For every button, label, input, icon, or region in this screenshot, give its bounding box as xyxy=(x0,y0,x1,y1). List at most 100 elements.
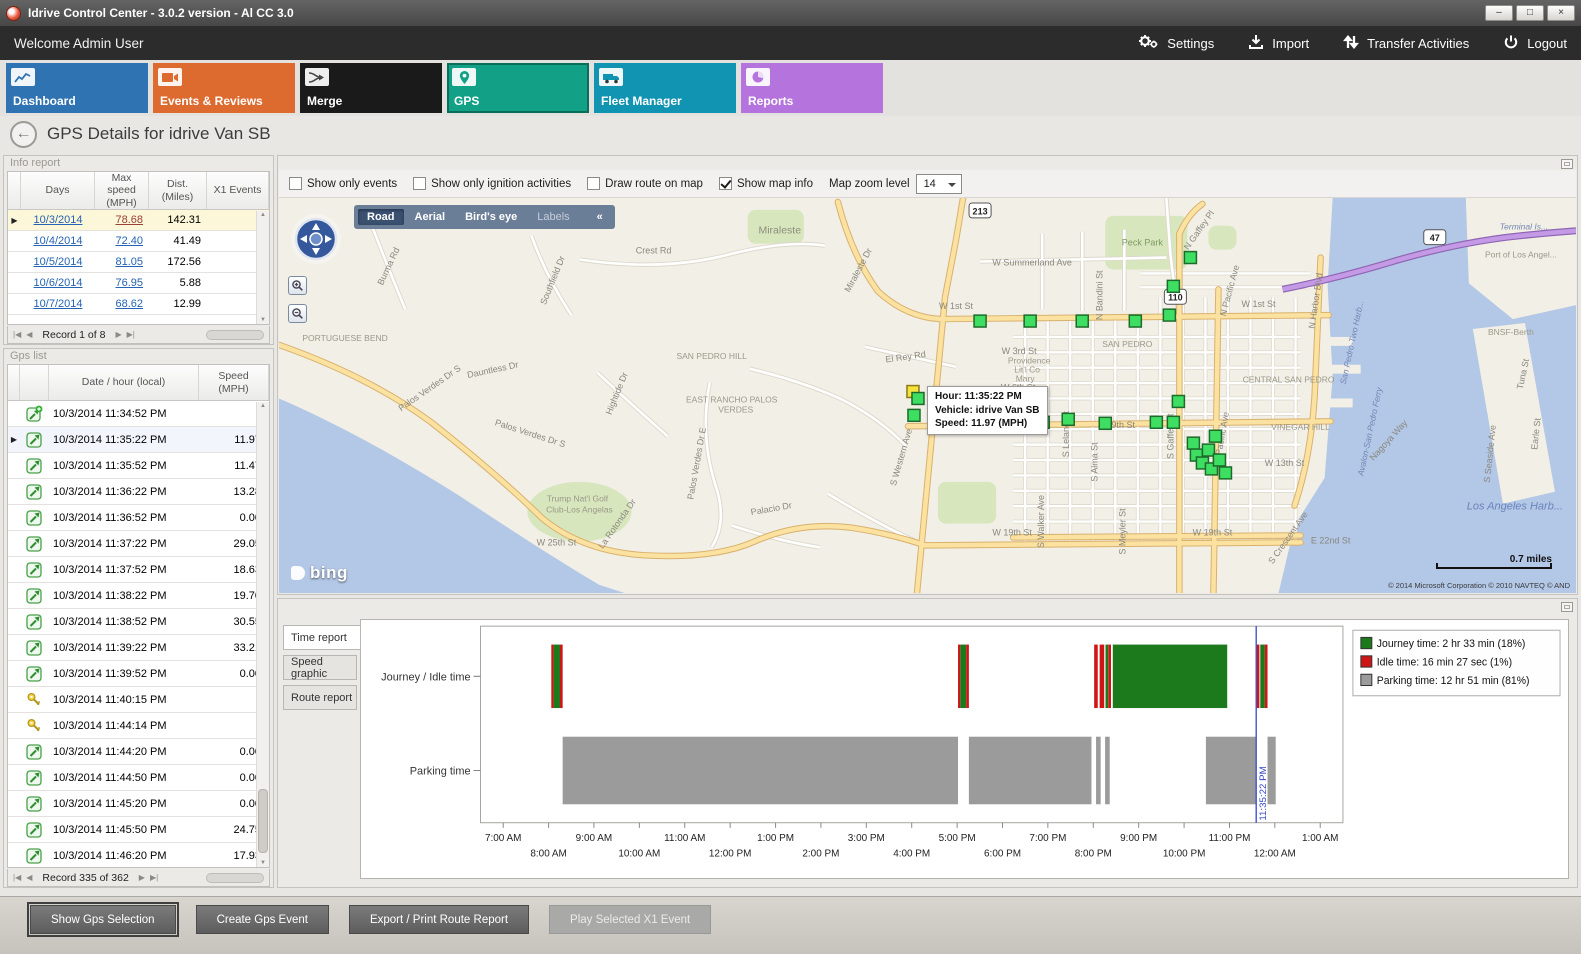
info-col-header[interactable]: Max speed (MPH) xyxy=(95,172,149,209)
topbar-import-button[interactable]: Import xyxy=(1248,34,1309,53)
gps-marker[interactable] xyxy=(1076,315,1088,327)
gps-list-row[interactable]: 10/3/2014 11:36:52 PM0.00 xyxy=(8,505,269,531)
topbar-settings-button[interactable]: Settings xyxy=(1137,33,1214,53)
info-col-header[interactable]: X1 Events xyxy=(207,172,269,209)
day-link[interactable]: 10/6/2014 xyxy=(34,277,83,289)
day-link[interactable]: 10/7/2014 xyxy=(34,298,83,310)
minimize-button[interactable]: – xyxy=(1485,5,1513,21)
checkbox-draw-route-on-map[interactable]: Draw route on map xyxy=(587,177,703,190)
map-style-road-button[interactable]: Road xyxy=(358,209,404,225)
gps-list-row[interactable]: 10/3/2014 11:39:22 PM33.21 xyxy=(8,635,269,661)
checkbox-show-only-ignition-activities[interactable]: Show only ignition activities xyxy=(413,177,571,190)
gps-list-row[interactable]: 10/3/2014 11:44:20 PM0.00 xyxy=(8,739,269,765)
pager-last-icon[interactable]: ▶| xyxy=(127,330,135,339)
day-link[interactable]: 10/5/2014 xyxy=(34,256,83,268)
checkbox-icon[interactable] xyxy=(587,177,600,190)
info-col-header[interactable] xyxy=(8,172,21,209)
checkbox-icon[interactable] xyxy=(289,177,302,190)
gps-list-row[interactable]: 10/3/2014 11:38:22 PM19.70 xyxy=(8,583,269,609)
gps-list-row[interactable]: 10/3/2014 11:38:52 PM30.55 xyxy=(8,609,269,635)
gps-marker[interactable] xyxy=(1167,280,1179,292)
pager-scrollbar[interactable] xyxy=(206,330,264,340)
scroll-up-icon[interactable]: ▲ xyxy=(257,212,269,218)
checkbox-icon[interactable] xyxy=(719,177,732,190)
close-button[interactable]: × xyxy=(1547,5,1575,21)
gps-list-row[interactable]: 10/3/2014 11:39:52 PM0.00 xyxy=(8,661,269,687)
map-zoom-level-select[interactable]: 14 xyxy=(916,174,962,194)
chart-tab-time-report[interactable]: Time report xyxy=(283,625,361,650)
gps-list-row[interactable]: 10/3/2014 11:46:20 PM17.93 xyxy=(8,843,269,868)
gps-list-scrollbar[interactable]: ▲ ▼ xyxy=(256,402,269,867)
pager-last-icon[interactable]: ▶| xyxy=(150,873,158,882)
pager-first-icon[interactable]: |◀ xyxy=(13,330,21,339)
tab-events-reviews[interactable]: Events & Reviews xyxy=(153,63,295,113)
gps-list-row[interactable]: 10/3/2014 11:37:52 PM18.63 xyxy=(8,557,269,583)
topbar-transfer-activities-button[interactable]: Transfer Activities xyxy=(1343,34,1469,53)
gps-col-header[interactable]: Speed (MPH) xyxy=(199,365,269,400)
max-speed-link[interactable]: 72.40 xyxy=(115,235,143,247)
gps-list-row[interactable]: ▶10/3/2014 11:35:22 PM11.97 xyxy=(8,427,269,453)
max-speed-link[interactable]: 68.62 xyxy=(115,298,143,310)
info-report-row[interactable]: ▶10/3/201478.68142.31 xyxy=(8,210,269,231)
gps-marker[interactable] xyxy=(908,409,920,421)
gps-marker[interactable] xyxy=(1187,437,1199,449)
gps-marker[interactable] xyxy=(974,315,986,327)
tab-gps[interactable]: GPS xyxy=(447,63,589,113)
gps-list-row[interactable]: 10/3/2014 11:44:14 PM xyxy=(8,713,269,739)
gps-marker[interactable] xyxy=(1167,416,1179,428)
max-speed-link[interactable]: 81.05 xyxy=(115,256,143,268)
gps-list-row[interactable]: 10/3/2014 11:45:20 PM0.00 xyxy=(8,791,269,817)
map-compass-control[interactable] xyxy=(289,212,343,266)
map-style-bird-s-eye-button[interactable]: Bird's eye xyxy=(456,209,526,225)
info-col-header[interactable]: Dist. (Miles) xyxy=(149,172,207,209)
back-button[interactable]: ← xyxy=(10,121,37,148)
max-speed-link[interactable]: 76.95 xyxy=(115,277,143,289)
gps-marker[interactable] xyxy=(1024,315,1036,327)
gps-marker[interactable] xyxy=(1209,430,1221,442)
info-col-header[interactable]: Days xyxy=(21,172,95,209)
show-gps-selection-button[interactable]: Show Gps Selection xyxy=(30,905,176,934)
chart-tab-route-report[interactable]: Route report xyxy=(283,685,357,710)
gps-marker[interactable] xyxy=(1129,315,1141,327)
timeline-chart[interactable]: Journey / Idle timeParking time7:00 AM8:… xyxy=(361,620,1568,878)
tab-merge[interactable]: Merge xyxy=(300,63,442,113)
gps-list-row[interactable]: 10/3/2014 11:37:22 PM29.05 xyxy=(8,531,269,557)
gps-list-row[interactable]: 10/3/2014 11:34:52 PM xyxy=(8,401,269,427)
info-report-scrollbar[interactable]: ▲ ▼ xyxy=(256,211,269,324)
pager-scrollbar[interactable] xyxy=(206,873,264,883)
gps-marker[interactable] xyxy=(1099,417,1111,429)
tab-fleet-manager[interactable]: Fleet Manager xyxy=(594,63,736,113)
scroll-up-icon[interactable]: ▲ xyxy=(257,403,269,409)
pager-next-icon[interactable]: ▶ xyxy=(139,873,145,882)
map-style-labels-button[interactable]: Labels xyxy=(528,209,578,225)
tab-reports[interactable]: Reports xyxy=(741,63,883,113)
chart-tab-speed-graphic[interactable]: Speed graphic xyxy=(283,655,357,680)
day-link[interactable]: 10/3/2014 xyxy=(34,214,83,226)
map-zoom-in-button[interactable] xyxy=(288,276,307,295)
map-panel-expand-icon[interactable] xyxy=(1561,159,1573,169)
scroll-down-icon[interactable]: ▼ xyxy=(257,317,269,323)
gps-list-scroll-thumb[interactable] xyxy=(258,789,268,853)
gps-col-header[interactable] xyxy=(20,365,49,400)
gps-marker[interactable] xyxy=(1172,396,1184,408)
gps-marker[interactable] xyxy=(1163,309,1175,321)
export-print-route-report-button[interactable]: Export / Print Route Report xyxy=(349,905,529,934)
gps-list-row[interactable]: 10/3/2014 11:44:50 PM0.00 xyxy=(8,765,269,791)
create-gps-event-button[interactable]: Create Gps Event xyxy=(196,905,329,934)
gps-selected-marker[interactable] xyxy=(912,393,924,405)
pager-prev-icon[interactable]: ◀ xyxy=(26,873,32,882)
chart-panel-expand-icon[interactable] xyxy=(1561,602,1573,612)
topbar-logout-button[interactable]: Logout xyxy=(1503,34,1567,53)
info-report-row[interactable]: 10/4/201472.4041.49 xyxy=(8,231,269,252)
pager-prev-icon[interactable]: ◀ xyxy=(26,330,32,339)
checkbox-icon[interactable] xyxy=(413,177,426,190)
gps-list-row[interactable]: 10/3/2014 11:35:52 PM11.47 xyxy=(8,453,269,479)
gps-list-row[interactable]: 10/3/2014 11:45:50 PM24.75 xyxy=(8,817,269,843)
scroll-down-icon[interactable]: ▼ xyxy=(257,860,269,866)
info-report-row[interactable]: 10/6/201476.955.88 xyxy=(8,273,269,294)
map-style-aerial-button[interactable]: Aerial xyxy=(406,209,455,225)
pager-first-icon[interactable]: |◀ xyxy=(13,873,21,882)
checkbox-show-map-info[interactable]: Show map info xyxy=(719,177,813,190)
map-zoom-out-button[interactable] xyxy=(288,304,307,323)
gps-marker[interactable] xyxy=(1202,444,1214,456)
